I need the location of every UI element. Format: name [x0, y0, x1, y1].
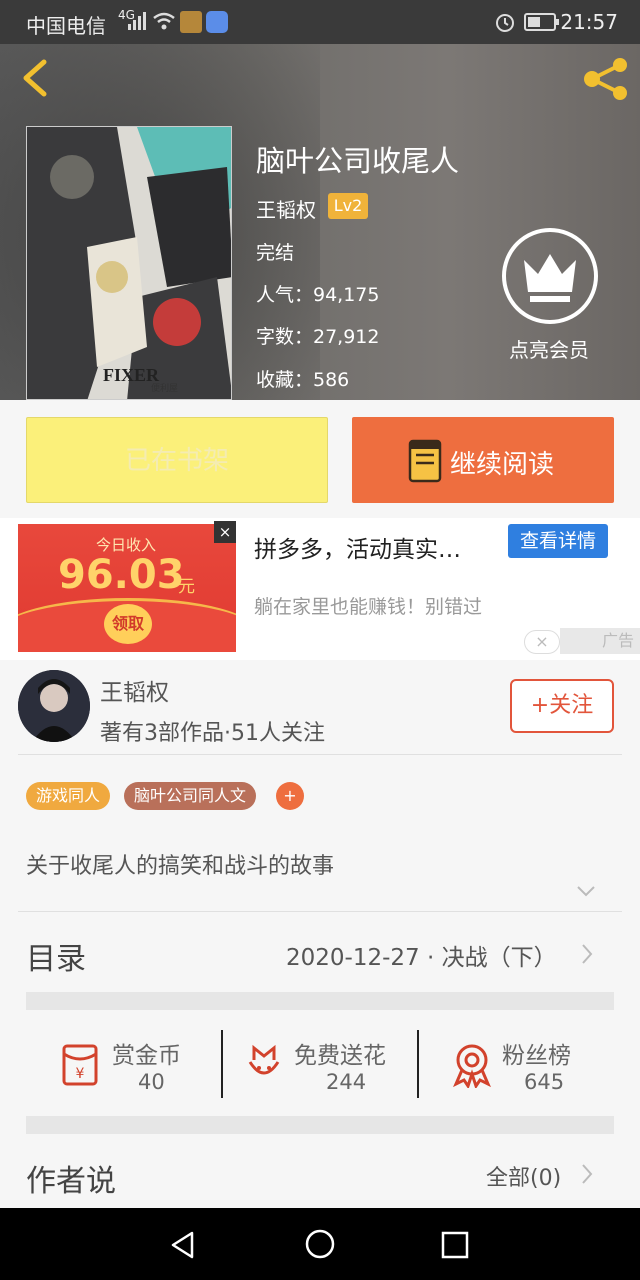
author-said-all[interactable]: 全部(0)	[486, 1160, 561, 1192]
ad-label: 广告	[560, 628, 640, 654]
fan-ranking-label[interactable]: 粉丝榜	[502, 1036, 571, 1070]
divider	[18, 911, 622, 912]
cover-illustration	[27, 127, 231, 399]
author-avatar[interactable]	[18, 670, 90, 742]
book-popularity: 人气：94,175	[256, 284, 380, 306]
home-circle-icon[interactable]	[304, 1228, 336, 1260]
add-tag-button[interactable]: +	[276, 782, 304, 810]
book-title: 脑叶公司收尾人	[256, 144, 460, 178]
book-status: 完结	[256, 242, 295, 264]
cover-subtitle: 便利屋	[151, 384, 179, 394]
chevron-right-icon[interactable]	[580, 1163, 594, 1185]
music-app-icon	[206, 11, 228, 33]
ad-image-claim: 领取	[104, 604, 152, 644]
ad-title[interactable]: 拼多多，活动真实…	[254, 530, 461, 564]
alarm-icon	[496, 14, 514, 32]
ad-image-amount: 96.03	[58, 552, 185, 598]
crown-icon	[524, 254, 576, 302]
book-word-count: 字数：27,912	[256, 326, 380, 348]
book-icon	[408, 439, 442, 483]
battery-icon	[524, 13, 559, 31]
tag-lobotomy-fanfic[interactable]: 脑叶公司同人文	[124, 782, 257, 810]
chevron-down-icon[interactable]	[576, 884, 596, 898]
signal-icon	[128, 12, 146, 30]
ad-image-unit: 元	[178, 577, 195, 597]
send-flowers-value: 244	[326, 1070, 367, 1094]
divider	[221, 1030, 223, 1098]
divider	[417, 1030, 419, 1098]
latest-chapter[interactable]: 2020-12-27 · 决战（下）	[286, 938, 557, 972]
vip-button[interactable]	[502, 228, 598, 324]
medal-icon[interactable]	[448, 1040, 496, 1088]
ad-banner[interactable]: 今日收入 96.03 元 领取 × 拼多多，活动真实… 查看详情 躺在家里也能赚…	[0, 518, 640, 660]
ad-close-button[interactable]: ×	[214, 521, 236, 543]
book-cover[interactable]: FIXER 便利屋	[26, 126, 232, 400]
author-said-label: 作者说	[26, 1164, 116, 1199]
svg-text:¥: ¥	[76, 1066, 85, 1082]
ad-image[interactable]: 今日收入 96.03 元 领取	[18, 524, 236, 652]
author-stats: 著有3部作品·51人关注	[100, 721, 325, 746]
send-flowers-label[interactable]: 免费送花	[294, 1036, 386, 1070]
author-level-badge: Lv2	[328, 193, 368, 219]
author-name[interactable]: 王韬权	[100, 673, 169, 707]
back-triangle-icon[interactable]	[168, 1230, 198, 1260]
wifi-icon	[153, 12, 175, 30]
status-bar: 中国电信 4G 21:57	[0, 0, 640, 44]
avatar-image	[18, 670, 90, 742]
clock: 21:57	[560, 10, 618, 34]
reward-coins-value: 40	[138, 1070, 165, 1094]
vip-label: 点亮会员	[509, 338, 589, 362]
red-envelope-icon[interactable]: ¥	[56, 1040, 104, 1088]
ad-dismiss-button[interactable]: ×	[524, 630, 560, 654]
carrier-label: 中国电信	[26, 14, 106, 38]
follow-button[interactable]: +关注	[510, 679, 614, 733]
fan-ranking-value: 645	[524, 1070, 565, 1094]
divider	[18, 754, 622, 755]
synopsis: 关于收尾人的搞笑和战斗的故事	[26, 854, 335, 879]
ad-description: 躺在家里也能赚钱！别错过	[254, 596, 483, 618]
chevron-right-icon[interactable]	[580, 943, 594, 965]
book-favorites: 收藏：586	[256, 369, 350, 391]
ad-detail-button[interactable]: 查看详情	[508, 524, 608, 558]
system-nav-bar	[0, 1208, 640, 1280]
section-separator	[26, 992, 614, 1010]
on-shelf-button[interactable]: 已在书架	[26, 417, 328, 503]
book-author[interactable]: 王韬权	[256, 194, 316, 223]
tag-game-fanfic[interactable]: 游戏同人	[26, 782, 111, 810]
game-app-icon	[180, 11, 202, 33]
toc-label[interactable]: 目录	[26, 934, 86, 978]
section-separator	[26, 1116, 614, 1134]
continue-reading-button[interactable]: 继续阅读	[352, 417, 614, 503]
recents-square-icon[interactable]	[440, 1230, 470, 1260]
share-icon[interactable]	[580, 56, 632, 102]
reward-coins-label[interactable]: 赏金币	[112, 1036, 181, 1070]
back-arrow-icon[interactable]	[18, 58, 52, 98]
flower-icon[interactable]	[240, 1040, 288, 1088]
continue-reading-label: 继续阅读	[450, 450, 555, 480]
